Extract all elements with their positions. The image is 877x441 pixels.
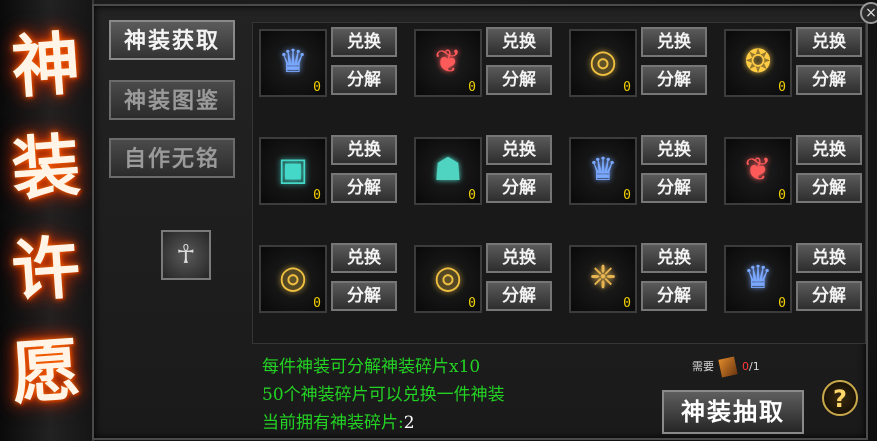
- tab-catalog[interactable]: 神装图鉴: [109, 80, 235, 120]
- exchange-button[interactable]: 兑换: [486, 135, 552, 165]
- item-quantity: 0: [623, 80, 631, 95]
- equipment-slot[interactable]: ◎ 0: [259, 245, 327, 313]
- decompose-button[interactable]: 分解: [796, 173, 862, 203]
- equipment-cell: ☗ 0 兑换 分解: [410, 133, 560, 227]
- need-total: /1: [749, 360, 760, 373]
- item-quantity: 0: [468, 188, 476, 203]
- exchange-button[interactable]: 兑换: [641, 135, 707, 165]
- decompose-button[interactable]: 分解: [486, 65, 552, 95]
- exchange-button[interactable]: 兑换: [486, 27, 552, 57]
- side-title-char: 神: [9, 23, 83, 109]
- side-title-char: 愿: [9, 329, 83, 415]
- equipment-cell: ▣ 0 兑换 分解: [255, 133, 405, 227]
- shard-icon: [718, 356, 738, 378]
- decompose-button[interactable]: 分解: [641, 281, 707, 311]
- exchange-button[interactable]: 兑换: [331, 135, 397, 165]
- draw-button[interactable]: 神装抽取: [662, 390, 804, 434]
- decompose-button[interactable]: 分解: [641, 173, 707, 203]
- equipment-cell: ❦ 0 兑换 分解: [410, 25, 560, 119]
- equipment-cell: ◎ 0 兑换 分解: [255, 241, 405, 335]
- item-quantity: 0: [313, 80, 321, 95]
- equipment-cell: ❂ 0 兑换 分解: [720, 25, 870, 119]
- exchange-button[interactable]: 兑换: [796, 243, 862, 273]
- helmet-icon: ♛: [278, 42, 308, 80]
- owned-count: 2: [403, 413, 415, 433]
- belt-icon: ❈: [589, 258, 617, 296]
- necklace-icon: ❦: [744, 150, 772, 188]
- info-line-owned: 当前拥有神装碎片:2: [262, 408, 415, 433]
- exchange-button[interactable]: 兑换: [796, 135, 862, 165]
- need-have: 0: [742, 360, 749, 373]
- item-quantity: 0: [778, 296, 786, 311]
- helmet-icon: ♛: [743, 258, 773, 296]
- item-quantity: 0: [623, 188, 631, 203]
- boots-icon: ☗: [433, 150, 463, 188]
- need-label: 需要: [692, 360, 714, 373]
- equipment-slot[interactable]: ▣ 0: [259, 137, 327, 205]
- equipment-slot[interactable]: ❦ 0: [414, 29, 482, 97]
- ring-icon: ◎: [279, 258, 307, 296]
- owned-label: 当前拥有神装碎片:: [262, 413, 404, 433]
- equipment-slot[interactable]: ❦ 0: [724, 137, 792, 205]
- wish-window: 神 装 许 愿 神装获取 神装图鉴 自作无铭 ☥ ♛ 0 兑换 分解 ❦ 0 兑换 分解 ◎ 0 兑…: [0, 0, 877, 441]
- decompose-button[interactable]: 分解: [486, 281, 552, 311]
- decompose-button[interactable]: 分解: [641, 65, 707, 95]
- exchange-button[interactable]: 兑换: [796, 27, 862, 57]
- draw-cost: 需要 0/1: [692, 356, 760, 378]
- decompose-button[interactable]: 分解: [796, 281, 862, 311]
- main-panel: 神装获取 神装图鉴 自作无铭 ☥ ♛ 0 兑换 分解 ❦ 0 兑换 分解 ◎ 0 兑换 分解 ❂ 0 兑换分…: [92, 4, 868, 440]
- exchange-button[interactable]: 兑换: [331, 27, 397, 57]
- exchange-button[interactable]: 兑换: [331, 243, 397, 273]
- equipment-slot[interactable]: ❂ 0: [724, 29, 792, 97]
- side-title-char: 许: [9, 227, 83, 313]
- help-button[interactable]: ?: [822, 380, 858, 416]
- bracelet-icon: ❂: [744, 42, 772, 80]
- tab-acquire[interactable]: 神装获取: [109, 20, 235, 60]
- necklace-icon: ❦: [434, 42, 462, 80]
- equipment-slot[interactable]: ◎ 0: [414, 245, 482, 313]
- ring-icon: ◎: [589, 42, 617, 80]
- equipment-slot[interactable]: ♛ 0: [724, 245, 792, 313]
- item-quantity: 0: [313, 296, 321, 311]
- item-quantity: 0: [778, 188, 786, 203]
- exchange-button[interactable]: 兑换: [641, 27, 707, 57]
- item-quantity: 0: [468, 80, 476, 95]
- equipment-slot[interactable]: ❈ 0: [569, 245, 637, 313]
- equipment-cell: ♛ 0 兑换 分解: [720, 241, 870, 335]
- helmet-emblem-icon[interactable]: ☥: [161, 230, 211, 280]
- decompose-button[interactable]: 分解: [331, 281, 397, 311]
- decompose-button[interactable]: 分解: [331, 173, 397, 203]
- equipment-slot[interactable]: ☗ 0: [414, 137, 482, 205]
- equipment-slot[interactable]: ♛ 0: [569, 137, 637, 205]
- item-quantity: 0: [778, 80, 786, 95]
- bracer-icon: ▣: [277, 150, 309, 188]
- equipment-cell: ❦ 0 兑换 分解: [720, 133, 870, 227]
- close-button[interactable]: ×: [860, 2, 877, 24]
- helmet-icon: ♛: [588, 150, 618, 188]
- equipment-cell: ♛ 0 兑换 分解: [565, 133, 715, 227]
- item-quantity: 0: [623, 296, 631, 311]
- decompose-button[interactable]: 分解: [486, 173, 552, 203]
- equipment-slot[interactable]: ♛ 0: [259, 29, 327, 97]
- decompose-button[interactable]: 分解: [796, 65, 862, 95]
- equipment-cell: ◎ 0 兑换 分解: [410, 241, 560, 335]
- info-line-exchange: 50个神装碎片可以兑换一件神装: [262, 385, 505, 405]
- info-line-decompose: 每件神装可分解神装碎片x10: [262, 357, 481, 377]
- tab-nameless[interactable]: 自作无铭: [109, 138, 235, 178]
- equipment-slot[interactable]: ◎ 0: [569, 29, 637, 97]
- equipment-grid: ♛ 0 兑换 分解 ❦ 0 兑换 分解 ◎ 0 兑换 分解 ❂ 0 兑换 分解 ▣ 0 兑换 分解 ☗ 0 兑换 分解 ♛ 0 兑换…: [252, 22, 866, 344]
- item-quantity: 0: [468, 296, 476, 311]
- item-quantity: 0: [313, 188, 321, 203]
- equipment-cell: ❈ 0 兑换 分解: [565, 241, 715, 335]
- exchange-button[interactable]: 兑换: [641, 243, 707, 273]
- decompose-button[interactable]: 分解: [331, 65, 397, 95]
- equipment-cell: ◎ 0 兑换 分解: [565, 25, 715, 119]
- exchange-button[interactable]: 兑换: [486, 243, 552, 273]
- equipment-cell: ♛ 0 兑换 分解: [255, 25, 405, 119]
- ring-icon: ◎: [434, 258, 462, 296]
- side-title-char: 装: [9, 125, 83, 211]
- side-title-strip: 神 装 许 愿: [0, 0, 94, 441]
